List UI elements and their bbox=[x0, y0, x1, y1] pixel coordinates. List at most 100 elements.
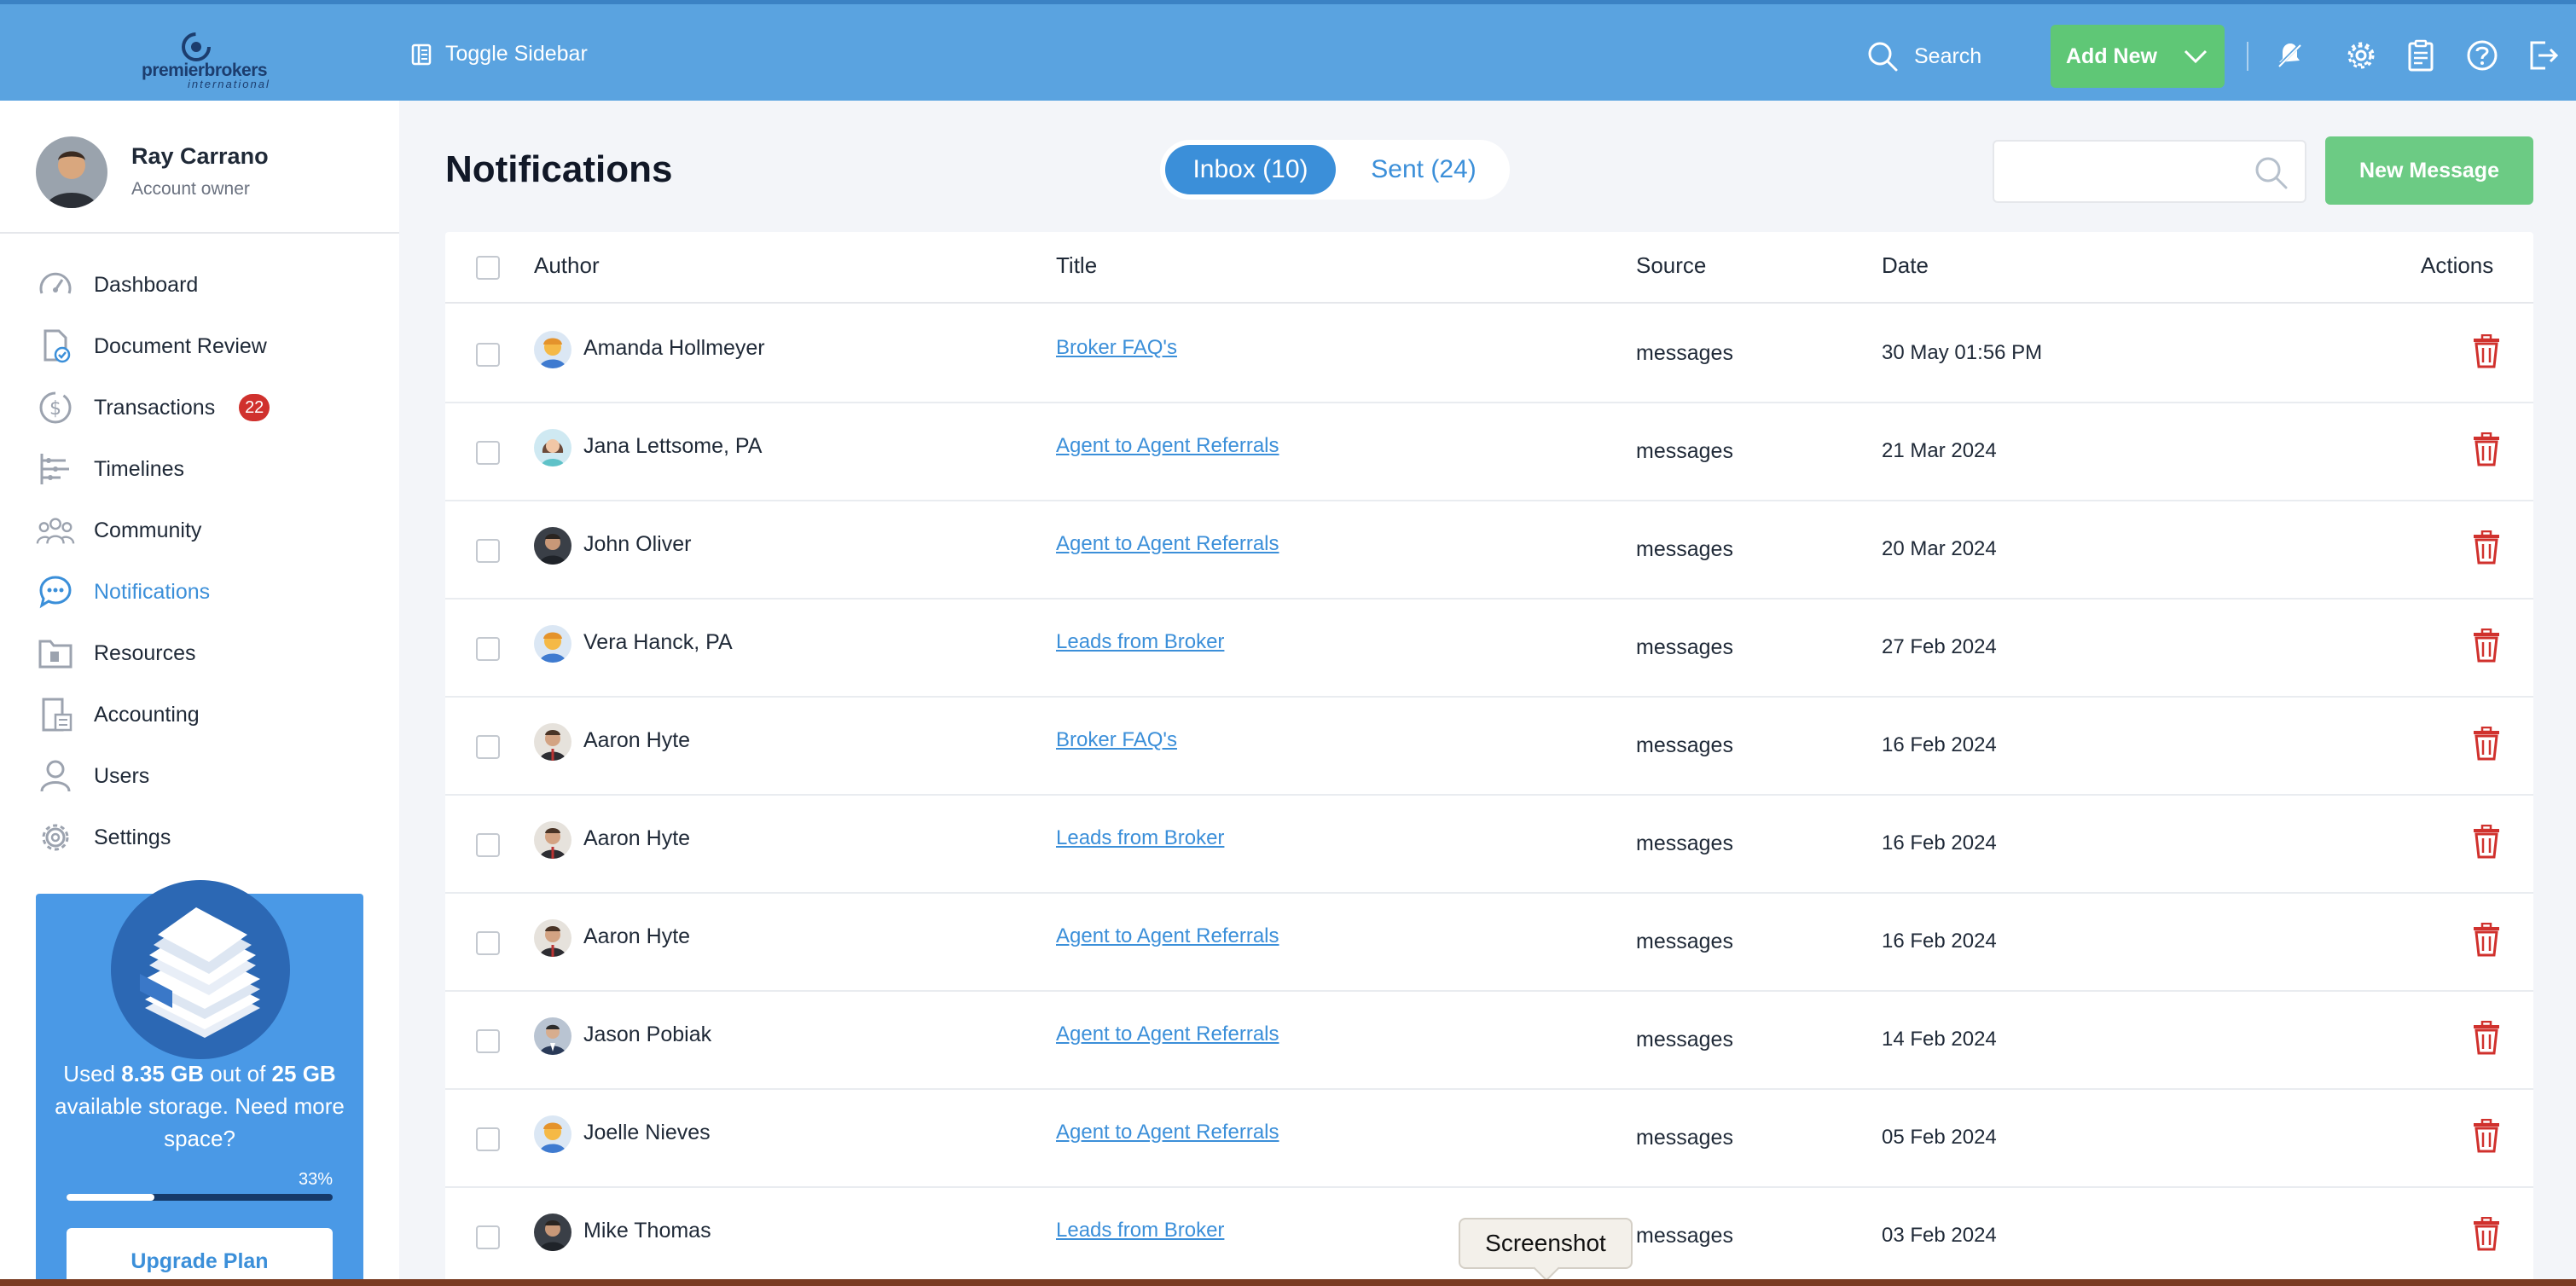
trash-icon[interactable] bbox=[2472, 628, 2501, 663]
add-new-dropdown[interactable]: Add New bbox=[2051, 25, 2225, 88]
help-icon[interactable] bbox=[2465, 38, 2499, 72]
row-checkbox[interactable] bbox=[476, 539, 500, 563]
message-source: messages bbox=[1636, 439, 1733, 463]
table-row[interactable]: Jana Lettsome, PA Agent to Agent Referral… bbox=[445, 403, 2533, 501]
message-title-link[interactable]: Broker FAQ's bbox=[1056, 336, 1177, 360]
author-name: Aaron Hyte bbox=[583, 924, 691, 948]
sidebar-item-transactions[interactable]: $ Transactions 22 bbox=[0, 377, 399, 438]
trash-icon[interactable] bbox=[2472, 1216, 2501, 1251]
logo-mark-icon bbox=[182, 32, 211, 61]
column-header-date[interactable]: Date bbox=[1882, 252, 1929, 279]
sidebar-item-label: Timelines bbox=[94, 456, 185, 481]
user-icon bbox=[36, 756, 75, 796]
sidebar-item-dashboard[interactable]: Dashboard bbox=[0, 254, 399, 316]
sidebar-item-label: Settings bbox=[94, 825, 171, 849]
logout-icon[interactable] bbox=[2527, 38, 2561, 72]
message-source: messages bbox=[1636, 1224, 1733, 1248]
trash-icon[interactable] bbox=[2472, 726, 2501, 761]
inbox-sent-toggle: Inbox (10) Sent (24) bbox=[1160, 140, 1510, 200]
row-checkbox[interactable] bbox=[476, 833, 500, 857]
column-header-source[interactable]: Source bbox=[1636, 252, 1706, 279]
message-search-input[interactable] bbox=[1993, 140, 2306, 203]
author-name: John Oliver bbox=[583, 532, 692, 556]
message-date: 20 Mar 2024 bbox=[1882, 537, 1997, 560]
new-message-button[interactable]: New Message bbox=[2325, 136, 2533, 205]
avatar bbox=[534, 625, 571, 663]
sidebar-item-community[interactable]: Community bbox=[0, 500, 399, 561]
table-row[interactable]: Aaron Hyte Broker FAQ's messages 16 Feb 202… bbox=[445, 698, 2533, 796]
gear-icon[interactable] bbox=[2344, 38, 2378, 72]
message-title-link[interactable]: Agent to Agent Referrals bbox=[1056, 1121, 1279, 1144]
tab-inbox[interactable]: Inbox (10) bbox=[1165, 145, 1336, 194]
avatar bbox=[534, 1017, 571, 1055]
trash-icon[interactable] bbox=[2472, 824, 2501, 859]
trash-icon[interactable] bbox=[2472, 432, 2501, 466]
avatar bbox=[534, 821, 571, 859]
row-checkbox[interactable] bbox=[476, 735, 500, 759]
message-date: 30 May 01:56 PM bbox=[1882, 341, 2043, 364]
sidebar-item-accounting[interactable]: Accounting bbox=[0, 684, 399, 745]
sidebar-item-resources[interactable]: Resources bbox=[0, 623, 399, 684]
message-title-link[interactable]: Leads from Broker bbox=[1056, 630, 1224, 654]
message-title-link[interactable]: Agent to Agent Referrals bbox=[1056, 434, 1279, 458]
row-checkbox[interactable] bbox=[476, 343, 500, 367]
header-divider bbox=[2247, 42, 2248, 71]
row-checkbox[interactable] bbox=[476, 441, 500, 465]
message-title-link[interactable]: Leads from Broker bbox=[1056, 1219, 1224, 1243]
upgrade-plan-button[interactable]: Upgrade Plan bbox=[67, 1228, 333, 1286]
toggle-sidebar-button[interactable]: Toggle Sidebar bbox=[411, 42, 588, 67]
top-bar: premierbrokers international Toggle Side… bbox=[0, 0, 2576, 101]
sidebar: Ray Carrano Account owner Dashboard Docu… bbox=[0, 101, 399, 1286]
timeline-icon bbox=[36, 449, 75, 489]
search-icon[interactable] bbox=[2252, 154, 2289, 191]
trash-icon[interactable] bbox=[2472, 922, 2501, 957]
trash-icon[interactable] bbox=[2472, 530, 2501, 565]
table-row[interactable]: John Oliver Agent to Agent Referrals messa… bbox=[445, 501, 2533, 600]
sidebar-item-label: Dashboard bbox=[94, 272, 199, 297]
author-name: Mike Thomas bbox=[583, 1219, 711, 1243]
message-source: messages bbox=[1636, 341, 1733, 365]
table-row[interactable]: Vera Hanck, PA Leads from Broker messages 2… bbox=[445, 600, 2533, 698]
sidebar-item-notifications[interactable]: Notifications bbox=[0, 561, 399, 623]
sidebar-item-users[interactable]: Users bbox=[0, 745, 399, 807]
sidebar-item-document-review[interactable]: Document Review bbox=[0, 316, 399, 377]
table-row[interactable]: Joelle Nieves Agent to Agent Referrals mes… bbox=[445, 1090, 2533, 1188]
row-checkbox[interactable] bbox=[476, 1225, 500, 1249]
row-checkbox[interactable] bbox=[476, 1127, 500, 1151]
trash-icon[interactable] bbox=[2472, 1118, 2501, 1153]
row-checkbox[interactable] bbox=[476, 931, 500, 955]
column-header-title[interactable]: Title bbox=[1056, 252, 1097, 279]
global-search-button[interactable]: Search bbox=[1866, 40, 1981, 72]
table-row[interactable]: Amanda Hollmeyer Broker FAQ's messages 30 M… bbox=[445, 305, 2533, 403]
company-logo[interactable]: premierbrokers international bbox=[136, 30, 269, 90]
user-profile[interactable]: Ray Carrano Account owner bbox=[0, 101, 399, 234]
message-title-link[interactable]: Broker FAQ's bbox=[1056, 728, 1177, 752]
clipboard-icon[interactable] bbox=[2404, 38, 2438, 72]
message-title-link[interactable]: Agent to Agent Referrals bbox=[1056, 924, 1279, 948]
table-row[interactable]: Jason Pobiak Agent to Agent Referrals mess… bbox=[445, 992, 2533, 1090]
storage-used-value: 8.35 GB bbox=[121, 1061, 205, 1086]
bell-off-icon[interactable] bbox=[2272, 38, 2306, 72]
storage-percent: 33% bbox=[298, 1170, 333, 1189]
message-title-link[interactable]: Leads from Broker bbox=[1056, 826, 1224, 850]
avatar bbox=[534, 1214, 571, 1251]
message-source: messages bbox=[1636, 537, 1733, 561]
message-title-link[interactable]: Agent to Agent Referrals bbox=[1056, 1022, 1279, 1046]
toggle-sidebar-label: Toggle Sidebar bbox=[445, 42, 588, 66]
column-header-author[interactable]: Author bbox=[534, 252, 600, 279]
storage-text-mid: out of bbox=[204, 1061, 272, 1086]
message-title-link[interactable]: Agent to Agent Referrals bbox=[1056, 532, 1279, 556]
column-header-actions: Actions bbox=[2421, 252, 2494, 278]
table-row[interactable]: Aaron Hyte Agent to Agent Referrals messag… bbox=[445, 894, 2533, 992]
message-source: messages bbox=[1636, 1126, 1733, 1150]
table-row[interactable]: Aaron Hyte Leads from Broker messages 16 Fe… bbox=[445, 796, 2533, 894]
sidebar-item-timelines[interactable]: Timelines bbox=[0, 438, 399, 500]
tab-sent[interactable]: Sent (24) bbox=[1344, 145, 1503, 194]
row-checkbox[interactable] bbox=[476, 637, 500, 661]
sidebar-item-label: Document Review bbox=[94, 333, 267, 358]
select-all-checkbox[interactable] bbox=[476, 256, 500, 280]
trash-icon[interactable] bbox=[2472, 1020, 2501, 1055]
row-checkbox[interactable] bbox=[476, 1029, 500, 1053]
trash-icon[interactable] bbox=[2472, 333, 2501, 368]
sidebar-item-settings[interactable]: Settings bbox=[0, 807, 399, 868]
